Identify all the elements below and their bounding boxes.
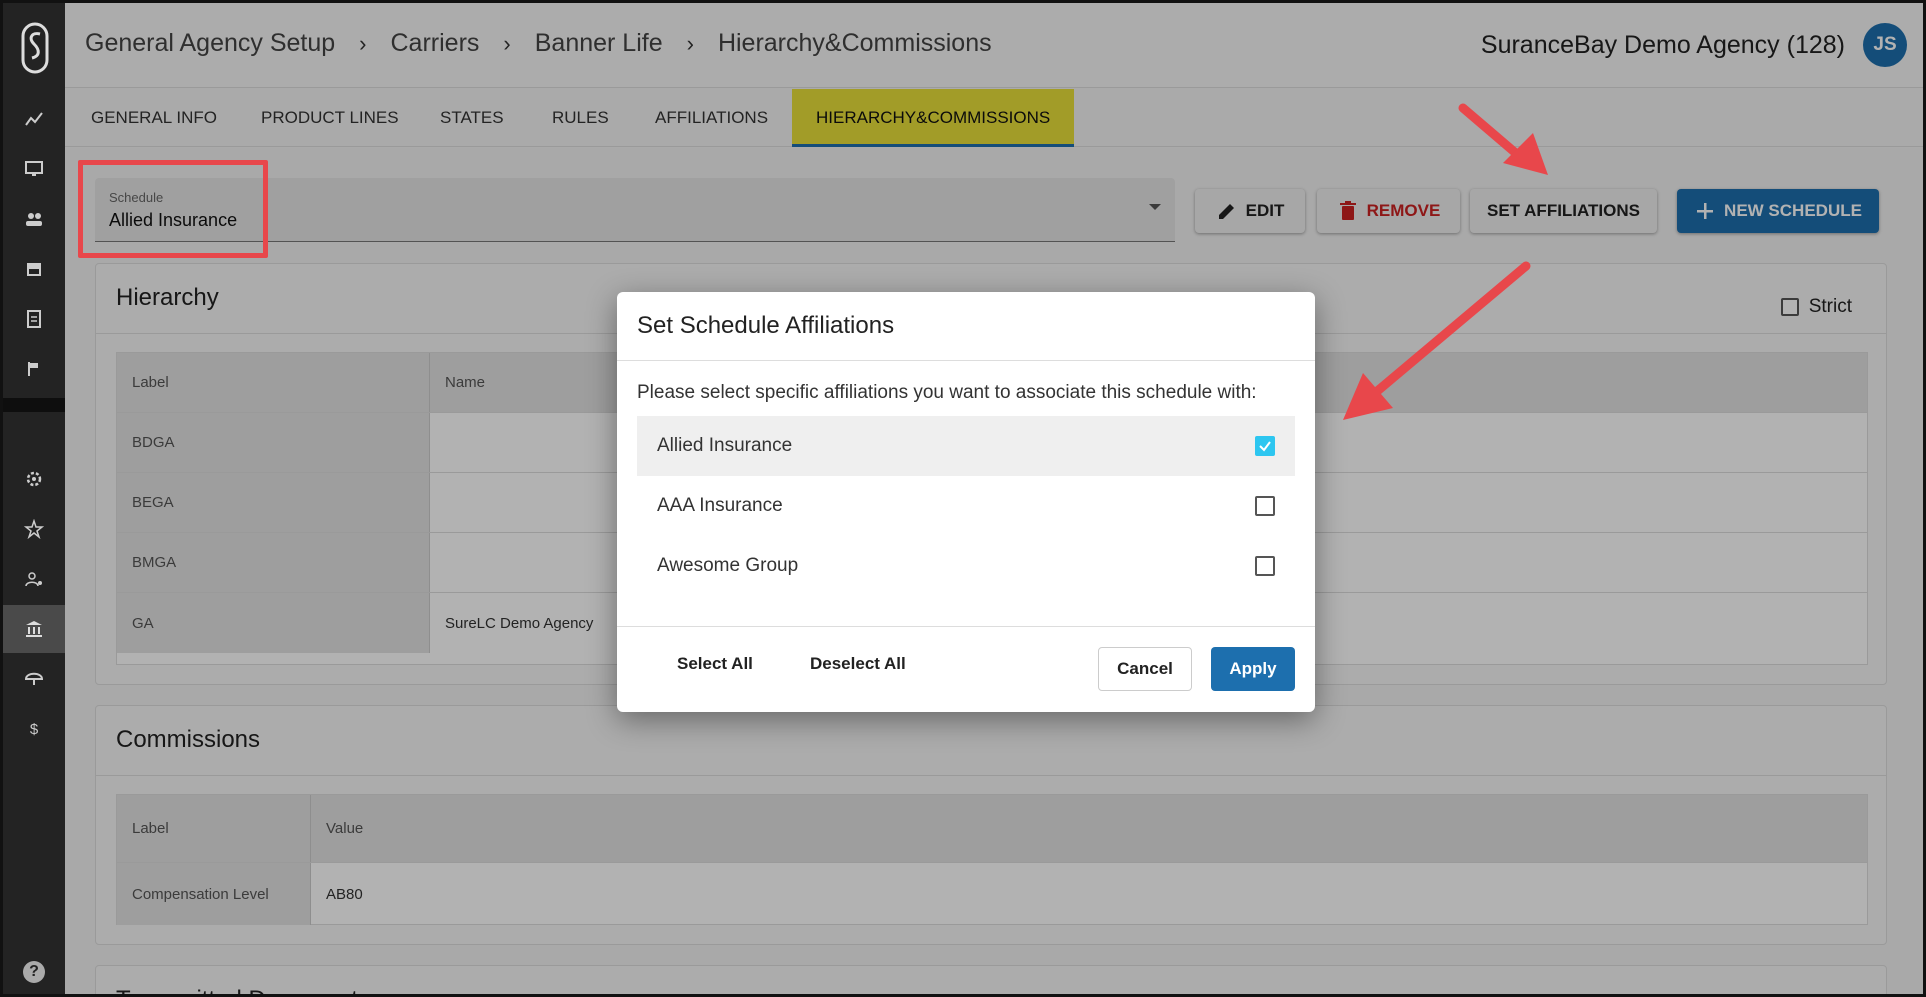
- screenshot-frame: $ ? General Agency Setup › Carriers › Ba…: [0, 0, 1926, 997]
- dollar-icon[interactable]: $: [3, 705, 65, 753]
- store-icon[interactable]: [3, 245, 65, 293]
- affiliation-name: Awesome Group: [657, 555, 799, 576]
- dialog-prompt: Please select specific affiliations you …: [637, 382, 1257, 403]
- sidebar: $ ?: [3, 3, 65, 994]
- select-all-button[interactable]: Select All: [677, 654, 753, 674]
- dialog-title: Set Schedule Affiliations: [637, 312, 895, 339]
- apply-button[interactable]: Apply: [1211, 647, 1295, 691]
- affiliation-option[interactable]: Allied Insurance: [637, 416, 1295, 476]
- affiliation-option[interactable]: Awesome Group: [637, 536, 1295, 596]
- affiliation-checkbox[interactable]: [1255, 496, 1275, 516]
- people-icon[interactable]: [3, 195, 65, 243]
- flag-icon[interactable]: [3, 345, 65, 393]
- analytics-icon[interactable]: [3, 95, 65, 143]
- affiliation-name: AAA Insurance: [657, 495, 783, 516]
- affiliation-name: Allied Insurance: [657, 435, 793, 456]
- sidebar-divider: [3, 398, 65, 412]
- checkmark-icon: [1259, 441, 1271, 452]
- affiliation-option[interactable]: AAA Insurance: [637, 476, 1295, 536]
- affiliation-checkbox[interactable]: [1255, 436, 1275, 456]
- settings-icon[interactable]: [3, 455, 65, 503]
- app-logo-icon[interactable]: [13, 13, 57, 83]
- annotation-highlight-box: [78, 160, 268, 258]
- affiliation-checkbox[interactable]: [1255, 556, 1275, 576]
- user-settings-icon[interactable]: [3, 555, 65, 603]
- divider: [617, 626, 1315, 627]
- divider: [617, 360, 1315, 361]
- document-icon[interactable]: [3, 295, 65, 343]
- deselect-all-button[interactable]: Deselect All: [810, 654, 906, 674]
- svg-text:$: $: [30, 721, 39, 738]
- bank-icon[interactable]: [3, 605, 65, 653]
- cancel-button[interactable]: Cancel: [1098, 647, 1192, 691]
- monitor-icon[interactable]: [3, 145, 65, 193]
- star-badge-icon[interactable]: [3, 505, 65, 553]
- help-icon[interactable]: ?: [23, 961, 45, 983]
- set-affiliations-dialog: Set Schedule Affiliations Please select …: [617, 292, 1315, 712]
- umbrella-icon[interactable]: [3, 655, 65, 703]
